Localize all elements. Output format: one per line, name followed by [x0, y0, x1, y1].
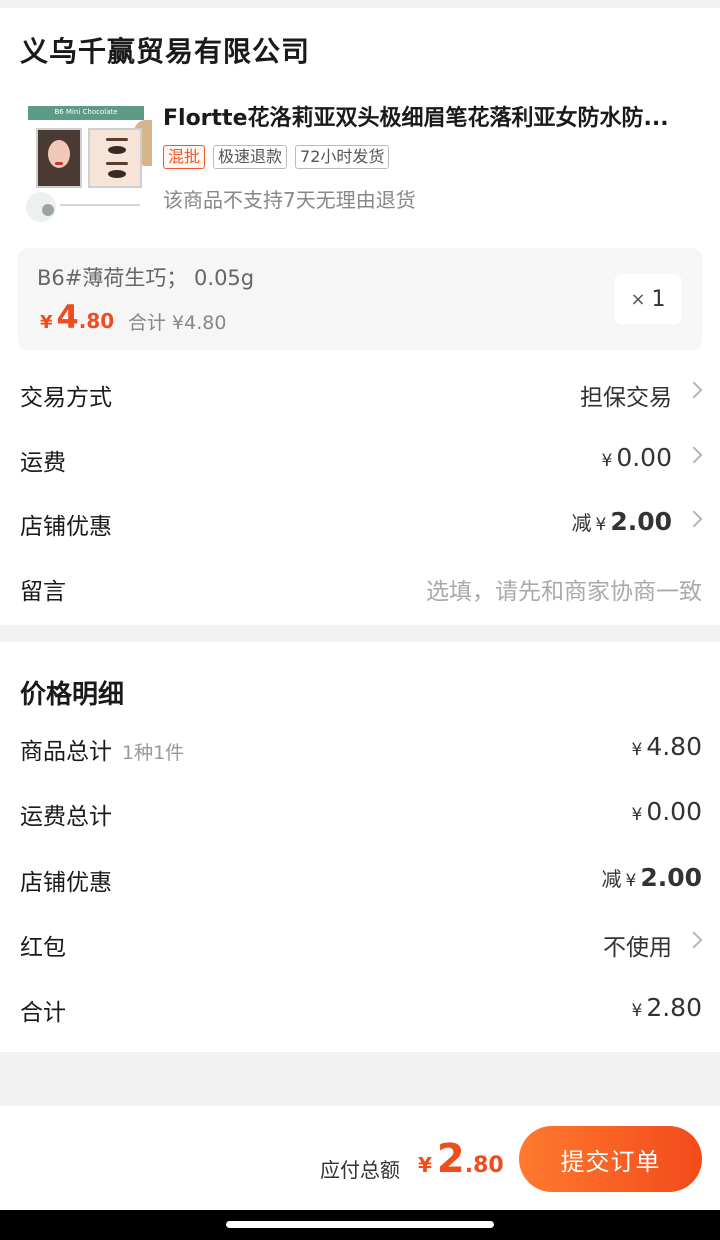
discount-prefix: 减 — [601, 867, 622, 891]
sku-box: B6#薄荷生巧； 0.05g ¥ 4 .80 合计 ¥4.80 × 1 — [18, 248, 702, 350]
thumb-dot — [42, 204, 54, 216]
currency-symbol: ¥ — [625, 871, 637, 891]
shop-discount-label: 店铺优惠 — [20, 514, 112, 540]
shipping-value: ¥ 0.00 — [602, 443, 673, 472]
trade-method-value: 担保交易 — [580, 385, 672, 411]
freight-total-value: ¥ 0.00 — [632, 797, 703, 826]
thumb-banner-text: B6 Mini Chocolate — [54, 108, 118, 116]
currency-symbol: ¥ — [631, 740, 643, 760]
chevron-right-icon — [685, 446, 703, 464]
quantity-value: 1 — [651, 286, 666, 312]
quantity-selector[interactable]: × 1 — [614, 274, 682, 324]
system-navigation-bar — [0, 1210, 720, 1240]
goods-total-value: ¥ 4.80 — [632, 732, 703, 761]
shipping-amount: 0.00 — [616, 443, 672, 472]
order-card: 义乌千赢贸易有限公司 B6 Mini Chocolate Flortte花洛莉亚… — [0, 8, 720, 625]
product-tags: 混批 极速退款 72小时发货 — [163, 145, 390, 169]
detail-discount-value: 减 ¥ 2.00 — [601, 863, 702, 892]
shop-name[interactable]: 义乌千赢贸易有限公司 — [20, 30, 310, 70]
tag-mixed-wholesale: 混批 — [163, 145, 206, 169]
payable-int: 2 — [436, 1136, 465, 1182]
sku-subtotal: 合计 ¥4.80 — [128, 312, 227, 334]
currency-symbol: ¥ — [631, 805, 643, 825]
thumb-brow — [106, 138, 128, 141]
shop-discount-amount: 2.00 — [610, 507, 672, 536]
red-packet-label: 红包 — [20, 935, 66, 961]
sku-price-int: 4 — [56, 298, 79, 336]
currency-symbol: ¥ — [601, 451, 613, 471]
shop-discount-value: 减 ¥ 2.00 — [571, 507, 672, 536]
currency-symbol: ¥ — [631, 1001, 643, 1021]
message-input[interactable]: 选填，请先和商家协商一致 — [426, 572, 702, 606]
grand-total-amount: 2.80 — [646, 993, 702, 1022]
payable-dec: .80 — [464, 1153, 504, 1178]
shipping-label: 运费 — [20, 450, 66, 476]
product-thumbnail[interactable]: B6 Mini Chocolate — [20, 100, 152, 228]
currency-symbol: ¥ — [595, 515, 607, 535]
sku-price: ¥ 4 .80 — [40, 298, 114, 336]
detail-discount-amount: 2.00 — [640, 863, 702, 892]
thumb-eye — [108, 170, 126, 178]
detail-discount-label: 店铺优惠 — [20, 870, 112, 896]
thumb-eye — [108, 146, 126, 154]
goods-total-amount: 4.80 — [646, 732, 702, 761]
currency-symbol: ¥ — [40, 312, 53, 333]
trade-method-row[interactable]: 交易方式 担保交易 — [0, 374, 720, 414]
grand-total-value: ¥ 2.80 — [632, 993, 703, 1022]
grand-total-label: 合计 — [20, 1000, 66, 1026]
home-indicator[interactable] — [226, 1221, 494, 1228]
submit-order-button[interactable]: 提交订单 — [519, 1126, 702, 1192]
goods-total-row: 商品总计 1种1件 ¥ 4.80 — [0, 728, 720, 768]
shop-discount-row[interactable]: 店铺优惠 减 ¥ 2.00 — [0, 503, 720, 543]
thumb-lips — [55, 162, 63, 165]
message-row[interactable]: 留言 选填，请先和商家协商一致 — [0, 568, 720, 608]
chevron-right-icon — [685, 381, 703, 399]
goods-total-label: 商品总计 1种1件 — [20, 732, 184, 766]
sku-price-dec: .80 — [78, 309, 115, 333]
times-icon: × — [630, 288, 646, 310]
thumb-brow — [106, 162, 128, 165]
red-packet-row[interactable]: 红包 不使用 — [0, 924, 720, 964]
freight-total-row: 运费总计 ¥ 0.00 — [0, 793, 720, 833]
trade-method-label: 交易方式 — [20, 385, 112, 411]
tag-fast-refund: 极速退款 — [213, 145, 288, 169]
thumb-eyes-panel — [88, 128, 142, 188]
price-detail-card: 价格明细 商品总计 1种1件 ¥ 4.80 运费总计 ¥ 0.00 店铺优惠 减 … — [0, 642, 720, 1052]
currency-symbol: ¥ — [418, 1153, 432, 1177]
chevron-right-icon — [685, 931, 703, 949]
chevron-right-icon — [685, 510, 703, 528]
discount-prefix: 减 — [571, 511, 592, 535]
return-policy-note: 该商品不支持7天无理由退货 — [163, 188, 416, 212]
grand-total-row: 合计 ¥ 2.80 — [0, 989, 720, 1029]
payable-label: 应付总额 — [320, 1158, 400, 1182]
freight-total-amount: 0.00 — [646, 797, 702, 826]
goods-count: 1种1件 — [122, 742, 185, 764]
payable-amount: ¥ 2 .80 — [418, 1136, 504, 1182]
tag-72h-shipping: 72小时发货 — [295, 145, 390, 169]
red-packet-value: 不使用 — [603, 935, 672, 961]
sku-spec: B6#薄荷生巧； 0.05g — [37, 266, 255, 290]
message-label: 留言 — [20, 579, 66, 605]
goods-total-text: 商品总计 — [20, 739, 112, 765]
detail-discount-row: 店铺优惠 减 ¥ 2.00 — [0, 859, 720, 899]
thumb-fineprint — [60, 204, 140, 206]
product-title[interactable]: Flortte花洛莉亚双头极细眉笔花落利亚女防水防... — [163, 100, 703, 132]
shipping-row[interactable]: 运费 ¥ 0.00 — [0, 439, 720, 479]
price-detail-title: 价格明细 — [20, 680, 125, 710]
checkout-bar: 应付总额 ¥ 2 .80 提交订单 — [0, 1106, 720, 1210]
freight-total-label: 运费总计 — [20, 804, 112, 830]
